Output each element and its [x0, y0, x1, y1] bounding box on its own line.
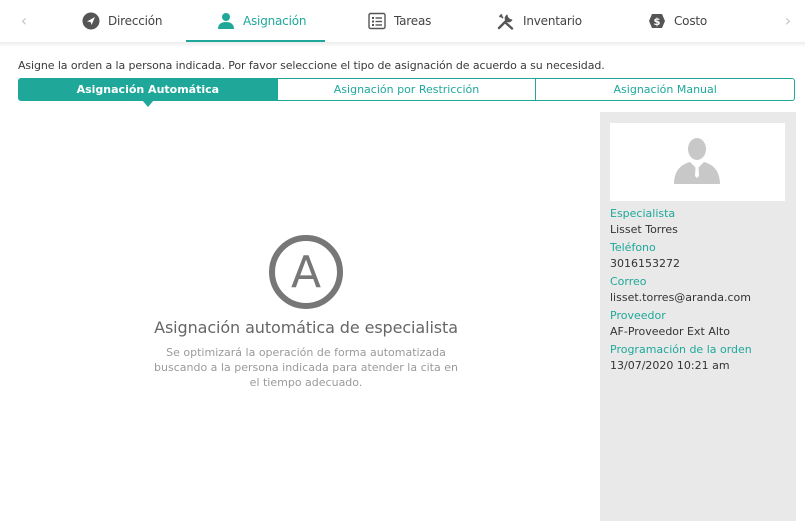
tab-label: Costo — [674, 14, 708, 28]
field-value: lisset.torres@aranda.com — [610, 291, 751, 304]
order-schedule-field: Programación de la orden 13/07/2020 10:2… — [610, 343, 752, 373]
field-value: Lisset Torres — [610, 223, 678, 236]
tab-label: Tareas — [394, 14, 432, 28]
tab-label: Asignación — [243, 14, 307, 28]
assignment-automatic-button[interactable]: Asignación Automática — [18, 78, 278, 107]
tab-bar-shadow — [0, 42, 805, 47]
user-icon — [218, 13, 234, 29]
logo-letter: A — [291, 247, 321, 298]
field-label: Proveedor — [610, 309, 666, 322]
specialist-email-field: Correo lisset.torres@aranda.com — [610, 275, 751, 305]
assignment-manual-button[interactable]: Asignación Manual — [535, 78, 796, 101]
tab-label: Inventario — [523, 14, 582, 28]
field-label: Correo — [610, 275, 647, 288]
automatic-assignment-title: Asignación automática de especialista — [154, 318, 458, 337]
tab-costo[interactable]: $ Costo — [648, 0, 707, 42]
tools-icon — [497, 13, 514, 30]
field-label: Programación de la orden — [610, 343, 752, 356]
assignment-type-selector: Asignación Automática Asignación por Res… — [18, 78, 796, 107]
tab-bar: ‹ Dirección Asignación Tareas Inventario… — [0, 0, 805, 47]
avatar-placeholder-icon — [674, 138, 720, 184]
specialist-name-field: Especialista Lisset Torres — [610, 207, 678, 237]
tab-tareas[interactable]: Tareas — [368, 0, 431, 42]
specialist-provider-field: Proveedor AF-Proveedor Ext Alto — [610, 309, 730, 339]
specialist-avatar — [610, 123, 785, 201]
specialist-phone-field: Teléfono 3016153272 — [610, 241, 680, 271]
field-value: 13/07/2020 10:21 am — [610, 359, 730, 372]
tab-inventario[interactable]: Inventario — [497, 0, 582, 42]
checklist-icon — [368, 12, 386, 30]
assignment-restriction-button[interactable]: Asignación por Restricción — [276, 78, 537, 101]
specialist-panel: Especialista Lisset Torres Teléfono 3016… — [600, 112, 796, 521]
field-label: Especialista — [610, 207, 676, 220]
tab-direccion[interactable]: Dirección — [82, 0, 163, 42]
automatic-assignment-description: Se optimizará la operación de forma auto… — [154, 346, 458, 389]
automatic-assignment-icon: A — [269, 235, 343, 309]
scroll-right-arrow-icon[interactable]: › — [778, 9, 798, 33]
tab-label: Dirección — [108, 14, 163, 28]
field-label: Teléfono — [610, 241, 656, 254]
svg-text:$: $ — [654, 17, 661, 28]
tab-asignacion[interactable]: Asignación — [217, 0, 306, 42]
field-value: 3016153272 — [610, 257, 680, 270]
field-value: AF-Proveedor Ext Alto — [610, 325, 730, 338]
dollar-icon: $ — [649, 14, 665, 28]
instruction-text: Asigne la orden a la persona indicada. P… — [18, 59, 605, 72]
navigation-arrow-icon — [82, 12, 100, 30]
scroll-left-arrow-icon[interactable]: ‹ — [14, 9, 34, 33]
